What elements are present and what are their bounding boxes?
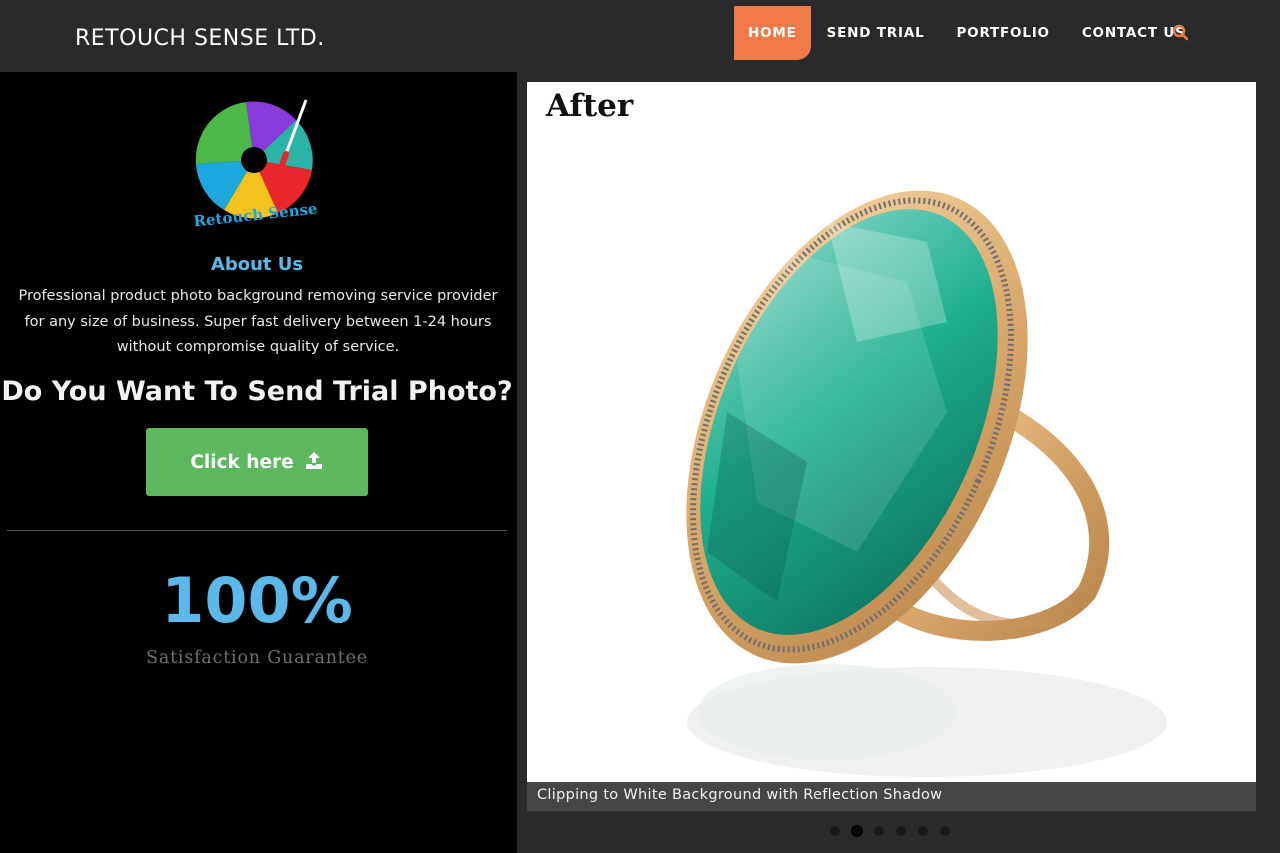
slider-dot-3[interactable]: [874, 826, 884, 836]
brand-name[interactable]: RETOUCH SENSE LTD.: [75, 26, 325, 51]
satisfaction-label: Satisfaction Guarantee: [146, 648, 368, 668]
slider-dot-1[interactable]: [830, 826, 840, 836]
retouch-sense-logo: Retouch Sense: [188, 96, 324, 230]
ring-product-image: [686, 190, 1167, 777]
search-icon[interactable]: [1172, 24, 1190, 42]
slide-caption: Clipping to White Background with Reflec…: [527, 782, 1256, 811]
upload-icon: [304, 450, 324, 475]
send-trial-button[interactable]: Click here: [146, 428, 368, 496]
trial-question-heading: Do You Want To Send Trial Photo?: [1, 376, 513, 407]
satisfaction-percentage: 100%: [161, 564, 353, 637]
main-nav: HOME SEND TRIAL PORTFOLIO CONTACT US: [734, 6, 1202, 60]
slider-dot-6[interactable]: [940, 826, 950, 836]
about-us-heading: About Us: [210, 254, 304, 275]
nav-item-send-trial[interactable]: SEND TRIAL: [811, 6, 941, 60]
slider-dot-2[interactable]: [852, 826, 862, 836]
about-sidebar: Retouch Sense About Us Professional prod…: [0, 72, 517, 853]
section-divider: [7, 530, 507, 531]
slider-dot-4[interactable]: [896, 826, 906, 836]
nav-item-home[interactable]: HOME: [734, 6, 811, 60]
top-navbar: RETOUCH SENSE LTD. HOME SEND TRIAL PORTF…: [0, 0, 1280, 72]
slide-image[interactable]: After: [527, 82, 1256, 811]
about-us-description: Professional product photo background re…: [18, 288, 498, 355]
portfolio-slider: After Clipping to White Background with …: [517, 72, 1280, 853]
slider-dot-5[interactable]: [918, 826, 928, 836]
nav-item-portfolio[interactable]: PORTFOLIO: [940, 6, 1065, 60]
send-trial-button-label: Click here: [190, 451, 294, 473]
after-badge: After: [546, 88, 634, 124]
slider-pagination: [830, 826, 950, 836]
